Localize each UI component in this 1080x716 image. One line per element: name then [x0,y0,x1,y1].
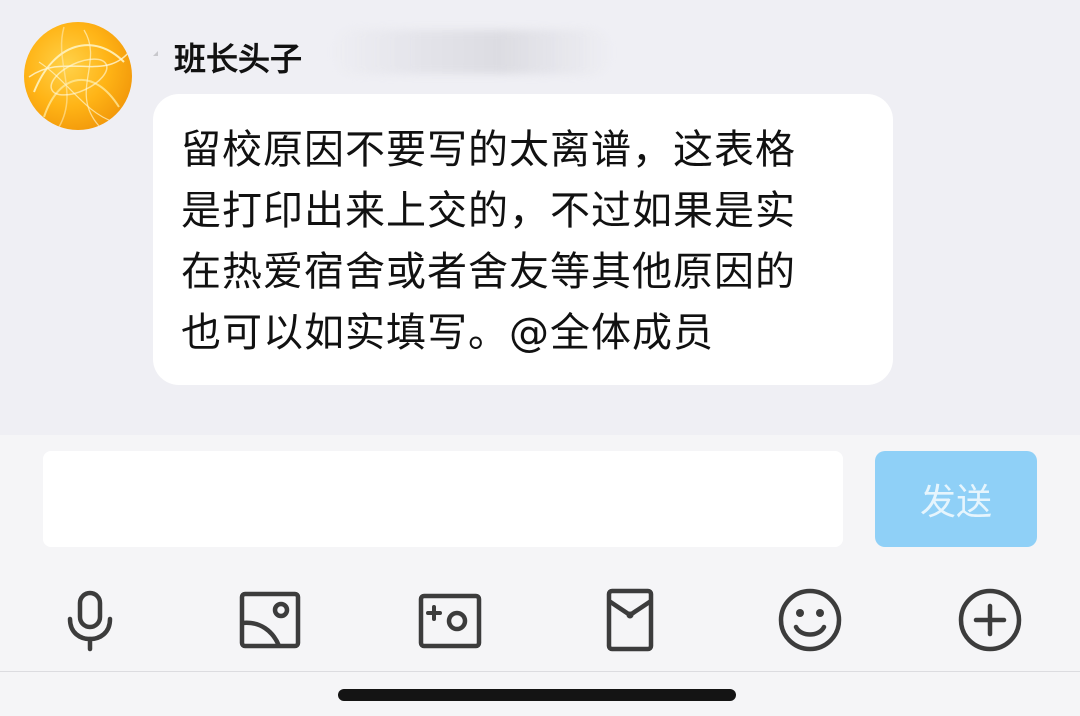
bottom-divider [0,671,1080,672]
chat-screen: 班长头子 留校原因不要写的太离谱，这表格 是打印出来上交的，不过如果是实 在热爱… [0,0,1080,716]
camera-icon [418,593,482,649]
avatar-image [28,26,130,128]
emoji-button[interactable] [770,580,850,660]
red-packet-button[interactable] [590,580,670,660]
image-icon [239,591,301,649]
camera-button[interactable] [410,580,490,660]
plus-icon [958,588,1022,652]
emoji-icon [778,588,842,652]
sender-name[interactable]: 班长头子 [174,34,302,80]
red-packet-icon [606,588,654,652]
sender-row: 班长头子 [152,30,612,78]
microphone-icon [67,590,113,652]
message-composer: 发送 [0,435,1080,716]
message-input[interactable] [43,451,843,547]
more-button[interactable] [950,580,1030,660]
voice-button[interactable] [50,580,130,660]
message-text: 留校原因不要写的太离谱，这表格 是打印出来上交的，不过如果是实 在热爱宿舍或者舍… [181,127,796,356]
composer-toolbar [0,580,1080,660]
message-bubble[interactable]: 留校原因不要写的太离谱，这表格 是打印出来上交的，不过如果是实 在热爱宿舍或者舍… [153,94,893,385]
group-role-icon [153,51,158,56]
avatar[interactable] [24,22,132,130]
home-indicator[interactable] [338,689,736,701]
send-button[interactable]: 发送 [875,451,1037,547]
image-button[interactable] [230,580,310,660]
chat-message-area: 班长头子 留校原因不要写的太离谱，这表格 是打印出来上交的，不过如果是实 在热爱… [0,0,1080,435]
redacted-title [332,30,612,74]
